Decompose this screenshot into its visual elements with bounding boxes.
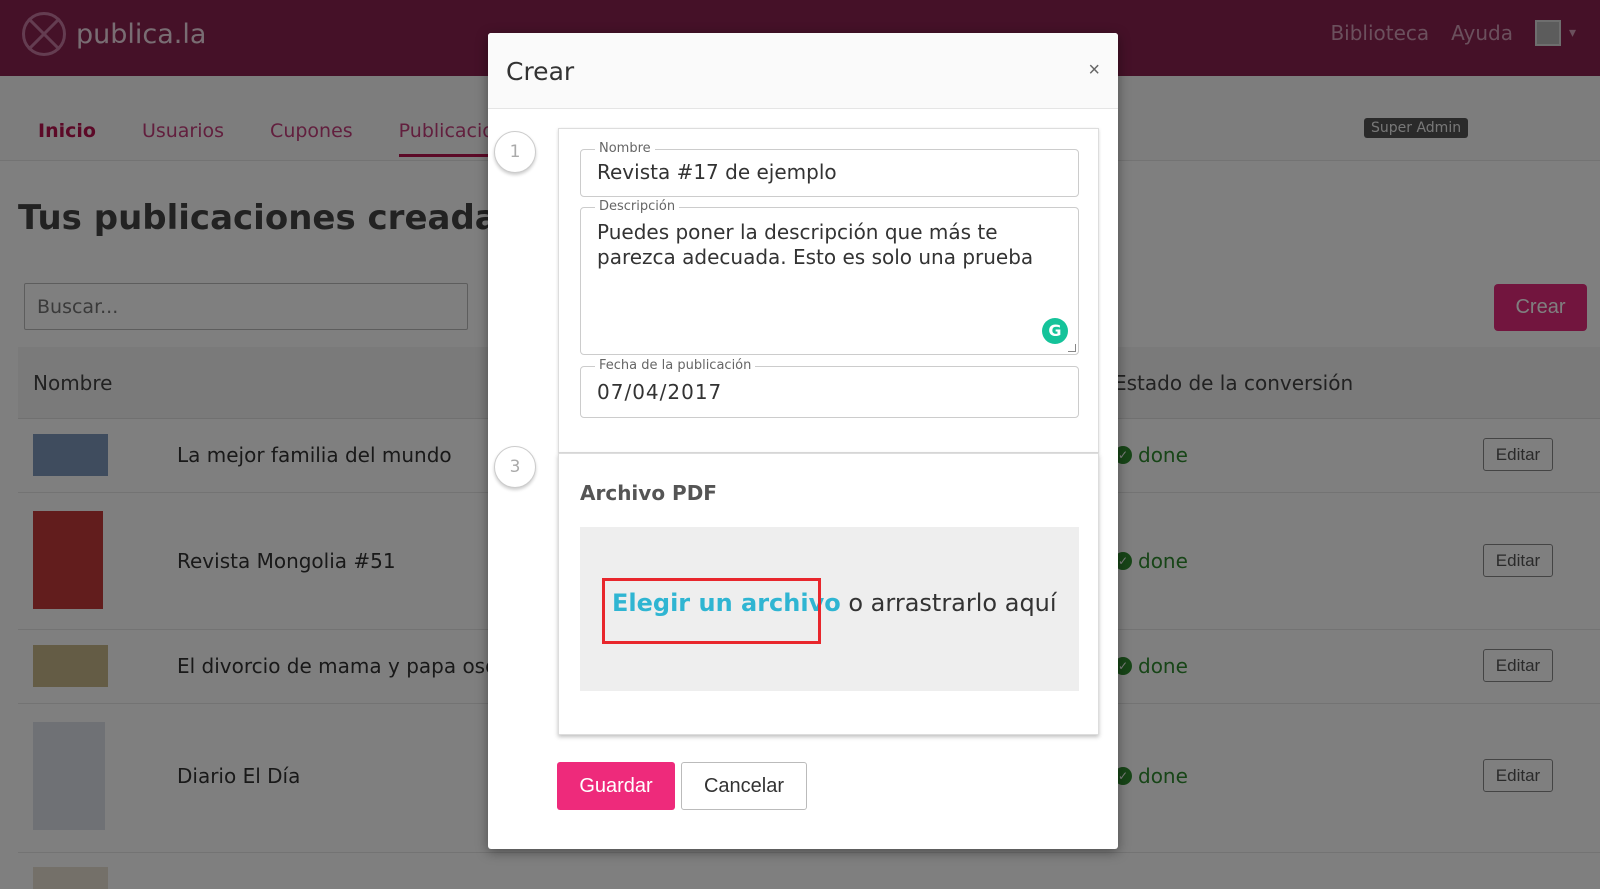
pdf-card: Archivo PDF Elegir un archivo o arrastra… <box>558 453 1099 735</box>
create-modal: Crear × 1 3 Nombre Revista #17 de ejempl… <box>488 33 1118 849</box>
cancel-button[interactable]: Cancelar <box>681 762 807 810</box>
descripcion-label: Descripción <box>595 199 680 214</box>
close-icon[interactable]: × <box>1088 59 1100 82</box>
pdf-title: Archivo PDF <box>580 481 717 505</box>
fecha-field[interactable]: Fecha de la publicación 07/04/2017 <box>580 358 1079 418</box>
grammarly-icon[interactable]: G <box>1042 318 1068 344</box>
details-card: Nombre Revista #17 de ejemplo Descripció… <box>558 128 1099 453</box>
pdf-dropzone[interactable]: Elegir un archivo o arrastrarlo aquí <box>580 527 1079 691</box>
nombre-label: Nombre <box>595 141 655 156</box>
nombre-value: Revista #17 de ejemplo <box>597 160 837 184</box>
modal-title: Crear <box>506 57 575 86</box>
nombre-field[interactable]: Nombre Revista #17 de ejemplo <box>580 141 1079 197</box>
highlight-box <box>602 578 821 644</box>
modal-header: Crear × <box>488 33 1118 109</box>
step-3-indicator: 3 <box>494 446 536 488</box>
drag-hint: o arrastrarlo aquí <box>840 589 1057 617</box>
descripcion-value: Puedes poner la descripción que más te p… <box>597 220 1034 269</box>
resize-handle-icon[interactable] <box>1068 344 1076 352</box>
fecha-label: Fecha de la publicación <box>595 358 756 373</box>
fecha-value: 07/04/2017 <box>597 380 723 404</box>
save-button[interactable]: Guardar <box>557 762 675 810</box>
descripcion-field[interactable]: Descripción Puedes poner la descripción … <box>580 199 1079 355</box>
step-1-indicator: 1 <box>494 131 536 173</box>
